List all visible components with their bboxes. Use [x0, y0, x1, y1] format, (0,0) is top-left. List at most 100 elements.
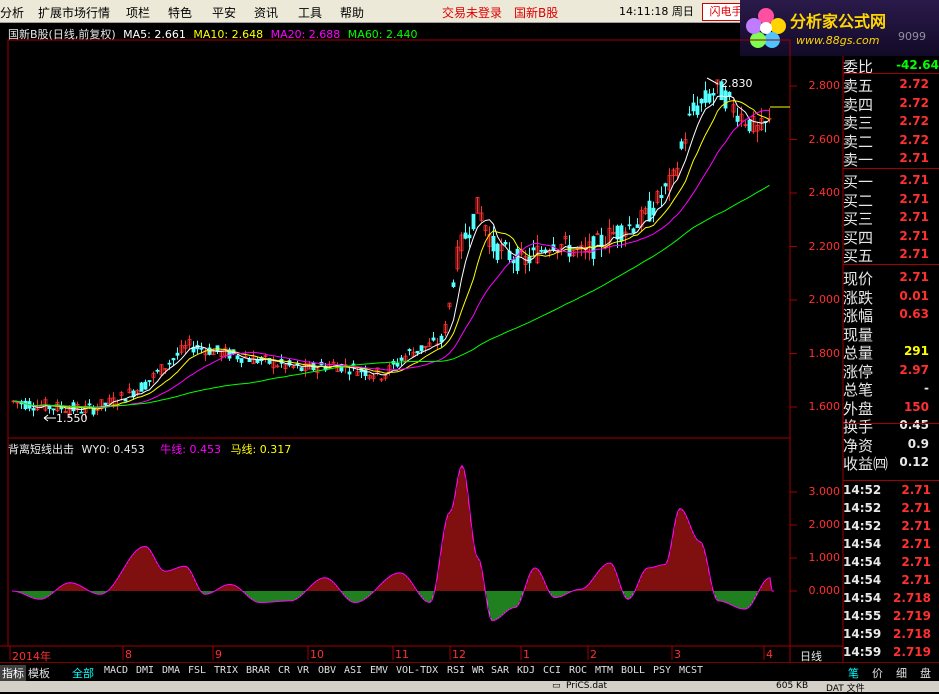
indicator-tab[interactable]: MTM [595, 665, 613, 676]
indicator-tab[interactable]: WR [472, 665, 484, 676]
indicator-tab[interactable]: EMV [370, 665, 388, 676]
buy-level-row: 买三 2.71 [843, 208, 939, 228]
tick-row: 14:52 2.71 [843, 501, 939, 519]
indicator-tab[interactable]: BOLL [621, 665, 645, 676]
indicator-tab[interactable]: ROC [569, 665, 587, 676]
candle-body [451, 282, 456, 287]
candle-body [491, 236, 496, 252]
indicator-tab[interactable]: DMI [136, 665, 154, 676]
price-axis-tick: 2.800 [808, 79, 841, 92]
candle-body [175, 352, 180, 356]
date-axis-label: 10 [310, 648, 324, 661]
price-axis-tick: 2.000 [808, 293, 841, 306]
candle-body [419, 345, 424, 352]
tick-row: 14:54 2.71 [843, 555, 939, 573]
candle-body [407, 349, 412, 352]
candle-body [503, 242, 508, 245]
low-marker-arrow [43, 414, 56, 422]
quote-stat-value: 0.01 [899, 288, 929, 303]
indicator-tab[interactable]: CCI [543, 665, 561, 676]
quote-stat-row: 总笔 - [843, 379, 939, 399]
sell-level-row: 卖二 2.72 [843, 131, 939, 151]
detail-tab[interactable]: 笔 [848, 665, 859, 681]
tick-time: 14:54 [843, 591, 882, 605]
status-bar: ▭ PriCS.dat 605 KB DAT 文件 [0, 681, 939, 694]
indicator-tab[interactable]: 模板 [28, 665, 50, 681]
candle-body [531, 247, 536, 251]
indicator-tab[interactable]: TRIX [214, 665, 238, 676]
sell-level-row: 卖一 2.71 [843, 149, 939, 169]
candle-body [539, 250, 544, 252]
indicator-tab[interactable]: ASI [344, 665, 362, 676]
sell-level-label: 卖一 [843, 151, 874, 169]
buy-level-price: 2.71 [899, 228, 929, 243]
quote-stat-value: 2.97 [899, 362, 929, 377]
indicator-tab[interactable]: FSL [188, 665, 206, 676]
candle-body [171, 358, 176, 361]
tick-price: 2.719 [893, 609, 931, 623]
candle-body [691, 102, 696, 112]
candle-body [431, 337, 436, 341]
candle-body [147, 380, 152, 382]
tick-row: 14:54 2.71 [843, 573, 939, 591]
tick-price: 2.71 [901, 519, 931, 533]
indicator-tab[interactable]: BRAR [246, 665, 270, 676]
indicator-tab[interactable]: PSY [653, 665, 671, 676]
tick-time: 14:59 [843, 645, 882, 659]
candle-body [695, 105, 700, 115]
indicator-tab[interactable]: VOL-TDX [396, 665, 438, 676]
candle-body [735, 115, 740, 122]
indicator-axis-tick: 2.000 [808, 518, 841, 531]
indicator-tab[interactable]: 全部 [72, 665, 94, 681]
sell-level-price: 2.72 [899, 77, 929, 91]
date-axis-label: 8 [125, 648, 132, 661]
ma20-line [13, 109, 770, 409]
candle-body [471, 213, 476, 230]
indicator-tab[interactable]: KDJ [517, 665, 535, 676]
quote-stat-row: 总量 291 [843, 342, 939, 362]
indicator-grid [790, 491, 797, 592]
tick-time: 14:54 [843, 573, 882, 587]
indicator-tab[interactable]: MCST [679, 665, 703, 676]
buy-level-price: 2.71 [899, 210, 929, 224]
indicator-tab[interactable]: RSI [447, 665, 465, 676]
indicator-tab[interactable]: SAR [491, 665, 509, 676]
indicator-tab-bar: 指标 模板 全部 MACD DMI DMA FSL TRIX BRAR CR VR OBV ASI EMV… [0, 662, 939, 681]
indicator-tab[interactable]: 指标 [0, 665, 26, 681]
sell-level-price: 2.71 [899, 151, 929, 165]
candle-body [599, 234, 604, 248]
candle-body [707, 93, 712, 103]
indicator-tab[interactable]: OBV [318, 665, 336, 676]
quote-stat-value: 0.9 [907, 436, 929, 451]
indicator-tab[interactable]: CR [278, 665, 290, 676]
buy-level-row: 买四 2.71 [843, 227, 939, 247]
candle-body [647, 200, 652, 222]
sell-level-price: 2.72 [899, 132, 929, 147]
indicator-tab[interactable]: MACD [104, 665, 128, 676]
candle-body [463, 232, 468, 239]
candle-body [467, 234, 472, 239]
price-axis-tick: 2.600 [808, 132, 841, 146]
candle-body [103, 402, 108, 406]
buy-level-row: 买二 2.71 [843, 190, 939, 210]
candle-body [395, 362, 400, 367]
detail-tab[interactable]: 价 [872, 665, 883, 681]
detail-tab[interactable]: 盘 [920, 665, 931, 681]
indicator-tab[interactable]: DMA [162, 665, 180, 676]
candle-body [699, 98, 704, 104]
quote-stat-value: 0.63 [899, 307, 929, 321]
detail-tab[interactable]: 细 [896, 665, 907, 681]
tick-price: 2.718 [893, 591, 931, 605]
indicator-axis-tick: 0.000 [808, 584, 841, 597]
buy-level-price: 2.71 [899, 191, 929, 206]
buy-level-label: 买五 [843, 247, 874, 265]
tick-row: 14:59 2.719 [843, 645, 939, 663]
status-file-size: 605 KB [776, 681, 809, 691]
indicator-histogram [11, 464, 774, 622]
date-axis-label: 2 [590, 648, 597, 661]
chart-area[interactable] [0, 0, 939, 692]
indicator-tab[interactable]: VR [297, 665, 309, 676]
buy-level-row: 买一 2.71 [843, 171, 939, 191]
candle-body [615, 225, 620, 240]
candle-body [51, 408, 56, 411]
